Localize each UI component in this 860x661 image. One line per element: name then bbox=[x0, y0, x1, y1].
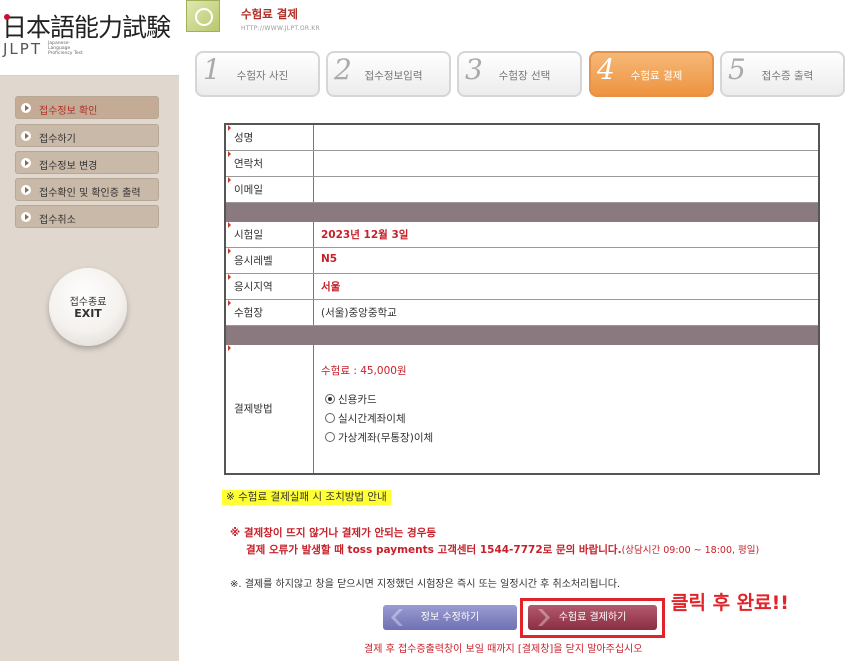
radio-unselected-icon bbox=[325, 432, 335, 442]
exit-button[interactable]: 접수종료 EXIT bbox=[49, 268, 127, 346]
step-3: 3 수험장 선택 bbox=[457, 51, 582, 97]
exam-date-row: 시험일 2023년 12월 3일 bbox=[226, 222, 818, 248]
notice-line: 결제 오류가 발생할 때 toss payments 고객센터 1544-777… bbox=[246, 542, 759, 557]
section-divider bbox=[226, 203, 818, 222]
step-label: 수험료 결제 bbox=[630, 70, 683, 82]
step-1: 1 수험자 사진 bbox=[195, 51, 320, 97]
step-label: 수험자 사진 bbox=[236, 70, 289, 82]
row-label: 결제방법 bbox=[226, 345, 314, 473]
site-url: HTTP://WWW.JLPT.OR.KR bbox=[241, 25, 321, 32]
fee-value: 수험료 : 45,000원 bbox=[321, 365, 407, 377]
chevron-left-icon bbox=[391, 609, 403, 626]
arrow-bullet-icon bbox=[21, 158, 31, 168]
cancel-warning: ※. 결제를 하지않고 창을 닫으시면 지정했던 시험장은 즉시 또는 일정시간… bbox=[230, 579, 621, 590]
sidebar-item-cancel[interactable]: 접수취소 bbox=[15, 205, 159, 228]
step-label: 접수정보입력 bbox=[364, 70, 423, 82]
step-5: 5 접수증 출력 bbox=[720, 51, 845, 97]
notice-hours: (상담시간 09:00 ~ 18:00, 평일) bbox=[621, 545, 760, 556]
exam-date-label: 시험일 bbox=[234, 229, 263, 241]
highlight-box bbox=[520, 598, 665, 638]
level-value: N5 bbox=[321, 253, 338, 265]
radio-label: 실시간계좌이체 bbox=[338, 413, 406, 425]
step-2: 2 접수정보입력 bbox=[326, 51, 451, 97]
arrow-bullet-icon bbox=[21, 131, 31, 141]
level-row: 응시레벨 N5 bbox=[226, 248, 818, 274]
row-label: 응시레벨 bbox=[226, 248, 314, 273]
arrow-bullet-icon bbox=[21, 185, 31, 195]
exit-label: 접수종료 bbox=[69, 297, 107, 308]
sidebar-item-print-confirmation[interactable]: 접수확인 및 확인증 출력 bbox=[15, 178, 159, 201]
bottom-note: 결제 후 접수증출력창이 보일 때까지 [결제창]을 닫지 말아주십시오 bbox=[364, 644, 643, 655]
sidebar-item-label: 접수하기 bbox=[39, 134, 76, 145]
payment-failure-notice-title: ※ 수험료 결제실패 시 조치방법 안내 bbox=[222, 490, 391, 505]
sidebar-item-check-info[interactable]: 접수정보 확인 bbox=[15, 96, 159, 119]
radio-credit-card[interactable]: 신용카드 bbox=[325, 392, 377, 407]
sidebar-item-label: 접수확인 및 확인증 출력 bbox=[39, 188, 141, 199]
phone-row: 연락처 bbox=[226, 151, 818, 177]
email-label: 이메일 bbox=[234, 184, 263, 196]
row-label: 이메일 bbox=[226, 177, 314, 202]
arrow-bullet-icon bbox=[21, 103, 31, 113]
region-row: 응시지역 서울 bbox=[226, 274, 818, 300]
payment-method-label: 결제방법 bbox=[234, 403, 273, 415]
email-row: 이메일 bbox=[226, 177, 818, 203]
step-4: 4 수험료 결제 bbox=[589, 51, 714, 97]
region-value: 서울 bbox=[321, 281, 341, 293]
section-divider bbox=[226, 326, 818, 345]
radio-unselected-icon bbox=[325, 413, 335, 423]
radio-selected-icon bbox=[325, 394, 335, 404]
click-annotation: 클릭 후 완료!! bbox=[671, 592, 789, 614]
row-label: 성명 bbox=[226, 125, 314, 150]
row-label: 응시지역 bbox=[226, 274, 314, 299]
notice-line: ※ 결제창이 뜨지 않거나 결제가 안되는 경우등 bbox=[230, 527, 437, 539]
row-label: 시험일 bbox=[226, 222, 314, 247]
sidebar-item-change-info[interactable]: 접수정보 변경 bbox=[15, 151, 159, 174]
payment-row: 결제방법 수험료 : 45,000원 신용카드 실시간계좌이체 가상계좌(무통장… bbox=[226, 345, 818, 473]
sidebar-item-label: 접수정보 변경 bbox=[39, 161, 98, 172]
venue-row: 수험장 (서울)중앙중학교 bbox=[226, 300, 818, 326]
radio-virtual-account[interactable]: 가상계좌(무통장)이체 bbox=[325, 430, 433, 445]
arrow-bullet-icon bbox=[21, 212, 31, 222]
sidebar-item-apply[interactable]: 접수하기 bbox=[15, 124, 159, 147]
radio-label: 가상계좌(무통장)이체 bbox=[338, 432, 434, 444]
region-label: 응시지역 bbox=[234, 281, 273, 293]
row-label: 연락처 bbox=[226, 151, 314, 176]
name-row: 성명 bbox=[226, 125, 818, 151]
page-title: 수험료 결제 bbox=[241, 7, 298, 21]
venue-value: (서울)중앙중학교 bbox=[321, 307, 397, 319]
application-info-table: 성명 연락처 이메일 시험일 2023년 12월 3일 응시레벨 N5 응시지역… bbox=[224, 123, 820, 475]
radio-realtime-transfer[interactable]: 실시간계좌이체 bbox=[325, 411, 406, 426]
phone-label: 연락처 bbox=[234, 158, 263, 170]
logo-jlpt: JLPT bbox=[3, 40, 42, 58]
sidebar: 日本語能力試験 JLPT Japanese-Language Proficien… bbox=[0, 0, 179, 661]
step-label: 수험장 선택 bbox=[498, 70, 551, 82]
exit-label-en: EXIT bbox=[74, 307, 102, 320]
edit-info-button[interactable]: 정보 수정하기 bbox=[383, 605, 517, 630]
row-label: 수험장 bbox=[226, 300, 314, 325]
venue-label: 수험장 bbox=[234, 307, 263, 319]
step-label: 접수증 출력 bbox=[761, 70, 814, 82]
payment-icon bbox=[186, 0, 220, 32]
radio-label: 신용카드 bbox=[338, 394, 377, 406]
notice-contact: 결제 오류가 발생할 때 toss payments 고객센터 1544-777… bbox=[246, 544, 622, 556]
logo-subtitle: Japanese-Language Proficiency Test bbox=[48, 41, 83, 56]
exam-date-value: 2023년 12월 3일 bbox=[321, 229, 409, 241]
jlpt-logo[interactable]: 日本語能力試験 JLPT Japanese-Language Proficien… bbox=[0, 0, 179, 76]
sidebar-item-label: 접수취소 bbox=[39, 215, 76, 226]
japan-flag-icon bbox=[4, 14, 10, 20]
logo-kanji: 日本語能力試験 bbox=[2, 13, 171, 42]
sidebar-item-label: 접수정보 확인 bbox=[39, 106, 98, 117]
name-label: 성명 bbox=[234, 132, 254, 144]
edit-info-label: 정보 수정하기 bbox=[420, 612, 480, 623]
level-label: 응시레벨 bbox=[234, 255, 273, 267]
